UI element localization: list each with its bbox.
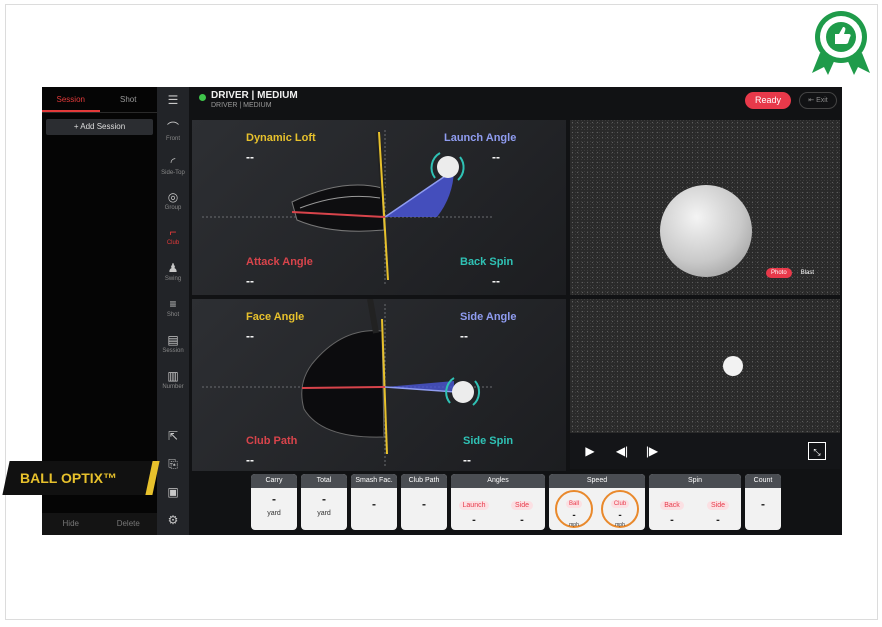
expand-icon[interactable]: ⤡ bbox=[808, 442, 826, 460]
export-icon[interactable]: ⇱ bbox=[157, 429, 189, 443]
app-window: Session Shot + Add Session Hide Delete ☰… bbox=[42, 87, 842, 535]
face-angle-value: -- bbox=[246, 329, 254, 343]
golf-ball-far bbox=[723, 356, 743, 376]
session-icon: ▤ bbox=[167, 333, 179, 347]
tab-session[interactable]: Session bbox=[42, 87, 100, 112]
angles-card[interactable]: Angles Launch - Side - bbox=[451, 474, 545, 530]
rail-item-swing[interactable]: ♟ Swing bbox=[157, 261, 189, 283]
photo-toggle[interactable]: Photo bbox=[766, 268, 792, 278]
rail-item-number[interactable]: ▥ Number bbox=[157, 369, 189, 391]
rail-item-front[interactable]: ⌒ Front bbox=[157, 121, 189, 143]
smash-factor-card[interactable]: Smash Fac. - bbox=[351, 474, 397, 530]
total-card[interactable]: Total - yard bbox=[301, 474, 347, 530]
dynamic-loft-value: -- bbox=[246, 150, 254, 164]
back-spin-pill: Back - bbox=[655, 494, 689, 526]
rail-item-group[interactable]: ◎ Group bbox=[157, 190, 189, 212]
club-path-card[interactable]: Club Path - bbox=[401, 474, 447, 530]
import-icon[interactable]: ⎘ bbox=[157, 457, 189, 471]
best-seller-badge bbox=[812, 11, 870, 75]
side-angle-label: Side Angle bbox=[460, 311, 517, 323]
number-icon: ▥ bbox=[167, 369, 179, 383]
playback-controls: ▶ ◀| |▶ ⤡ bbox=[570, 433, 840, 469]
back-spin-value: -- bbox=[492, 274, 500, 288]
step-back-icon[interactable]: ◀| bbox=[612, 442, 632, 460]
add-session-button[interactable]: + Add Session bbox=[46, 119, 153, 135]
play-icon[interactable]: ▶ bbox=[580, 442, 600, 460]
screen-icon[interactable]: ▣ bbox=[157, 485, 189, 499]
spin-card[interactable]: Spin Back - Side - bbox=[649, 474, 741, 530]
hide-button[interactable]: Hide bbox=[42, 513, 100, 535]
group-icon: ◎ bbox=[167, 190, 179, 204]
launch-angle-label: Launch Angle bbox=[444, 132, 517, 144]
ball-speed-ring: Ball - mph bbox=[555, 490, 593, 528]
ready-button[interactable]: Ready bbox=[745, 92, 791, 109]
club-speed-ring: Club - mph bbox=[601, 490, 639, 528]
status-dot bbox=[199, 94, 206, 101]
speed-card[interactable]: Speed Ball - mph Club - mph bbox=[549, 474, 645, 530]
front-icon: ⌒ bbox=[166, 121, 179, 135]
shot-icon: ≡ bbox=[169, 297, 177, 311]
loft-panel: Dynamic Loft -- Launch Angle -- Attack A… bbox=[192, 120, 566, 295]
side-angle-pill: Side - bbox=[505, 494, 539, 526]
menu-icon[interactable]: ☰ bbox=[157, 93, 189, 107]
club-icon: ⌐ bbox=[169, 225, 177, 239]
side-spin-value: -- bbox=[463, 453, 471, 467]
delete-button[interactable]: Delete bbox=[99, 513, 157, 535]
side-top-icon: ◜ bbox=[170, 155, 176, 169]
photo-blast-toggle: Photo Blast bbox=[766, 268, 819, 278]
back-spin-label: Back Spin bbox=[460, 256, 514, 268]
rail-item-side-top[interactable]: ◜ Side-Top bbox=[157, 155, 189, 177]
club-path-label: Club Path bbox=[246, 435, 298, 447]
face-angle-label: Face Angle bbox=[246, 311, 305, 323]
club-subtitle: DRIVER | MEDIUM bbox=[211, 102, 272, 109]
settings-gear-icon[interactable]: ⚙ bbox=[157, 513, 189, 527]
count-card[interactable]: Count - bbox=[745, 474, 781, 530]
face-panel: Face Angle -- Side Angle -- Club Path --… bbox=[192, 299, 566, 471]
club-side-view bbox=[202, 130, 492, 285]
exit-button[interactable]: ⇤ Exit bbox=[799, 92, 837, 109]
side-angle-value: -- bbox=[460, 329, 468, 343]
dynamic-loft-label: Dynamic Loft bbox=[246, 132, 316, 144]
rail-item-club[interactable]: ⌐ Club bbox=[157, 225, 189, 247]
rail-item-shot[interactable]: ≡ Shot bbox=[157, 297, 189, 319]
side-spin-label: Side Spin bbox=[463, 435, 514, 447]
swing-icon: ♟ bbox=[167, 261, 179, 275]
ball-flight-view bbox=[570, 299, 840, 433]
attack-angle-label: Attack Angle bbox=[246, 256, 313, 268]
step-forward-icon[interactable]: |▶ bbox=[642, 442, 662, 460]
stats-bar: Carry - yard Total - yard Smash Fac. - C… bbox=[249, 474, 785, 532]
launch-pill: Launch - bbox=[457, 494, 491, 526]
blast-toggle[interactable]: Blast bbox=[796, 268, 819, 278]
club-title: DRIVER | MEDIUM bbox=[211, 90, 298, 101]
side-spin-pill: Side - bbox=[701, 494, 735, 526]
header-bar: DRIVER | MEDIUM DRIVER | MEDIUM Ready ⇤ … bbox=[189, 87, 842, 115]
tab-shot[interactable]: Shot bbox=[100, 87, 158, 112]
rail-item-session[interactable]: ▤ Session bbox=[157, 333, 189, 355]
carry-card[interactable]: Carry - yard bbox=[251, 474, 297, 530]
golf-ball-image bbox=[660, 185, 752, 277]
ball-photo-closeup: Photo Blast bbox=[570, 120, 840, 295]
ball-optix-banner: BALL OPTIX™ bbox=[2, 461, 160, 495]
launch-angle-value: -- bbox=[492, 150, 500, 164]
view-rail: ☰ ⌒ Front ◜ Side-Top ◎ Group ⌐ Club ♟ Swing ≡… bbox=[157, 87, 189, 535]
attack-angle-value: -- bbox=[246, 274, 254, 288]
club-path-value: -- bbox=[246, 453, 254, 467]
